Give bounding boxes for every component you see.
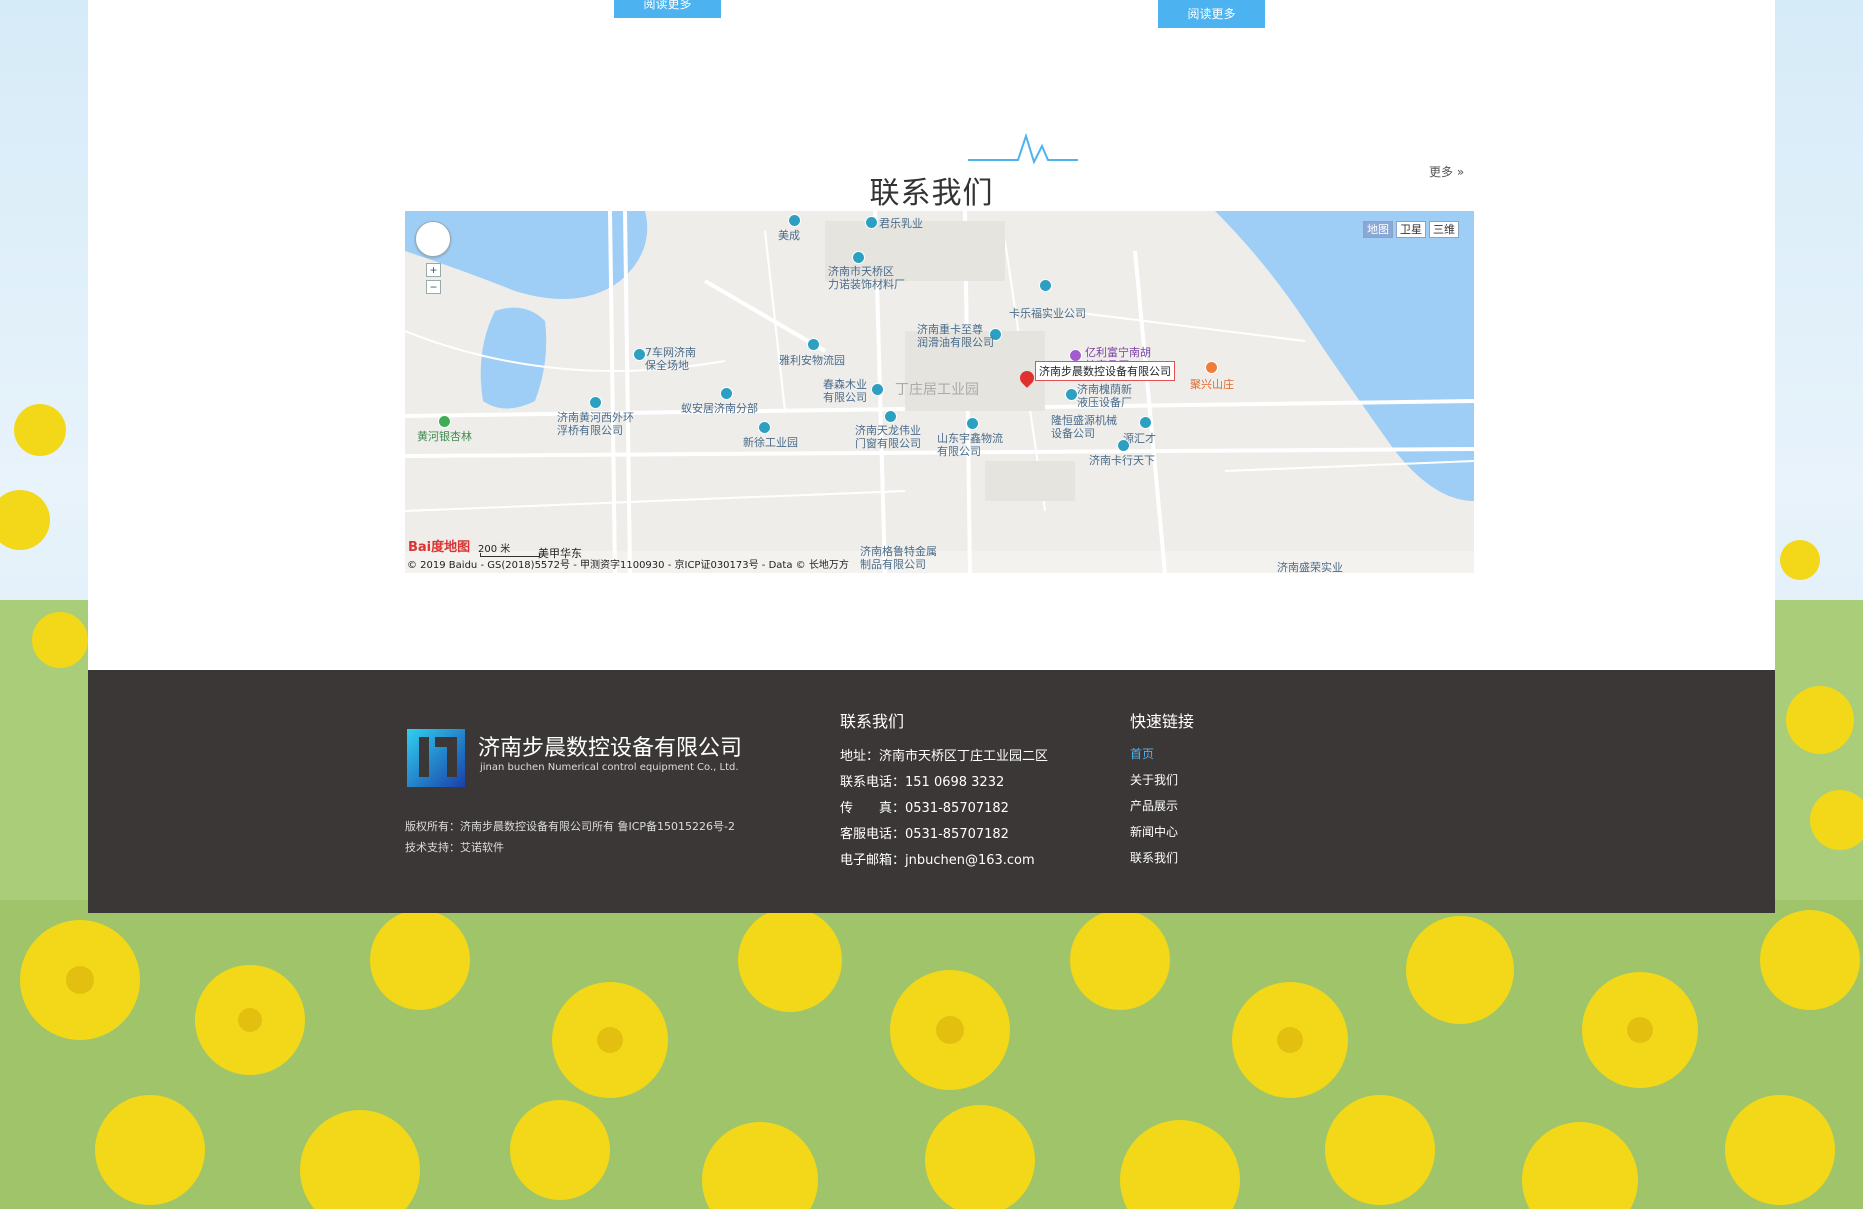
footer-contact-title: 联系我们 [840,712,905,731]
poi-icon [1039,279,1052,292]
map-poi[interactable]: 7车网济南 保全场地 [645,346,696,372]
map-poi[interactable]: 济南卡行天下 [1089,454,1155,467]
poi-icon [884,410,897,423]
map-area-label: 丁庄居工业园 [895,382,979,398]
read-more-button-2[interactable]: 阅读更多 [1158,0,1265,28]
footer-tech-support: 技术支持：艾诺软件 [405,841,504,854]
map-pan-control[interactable] [415,221,451,257]
footer-company-en: jinan buchen Numerical control equipment… [480,762,739,773]
map-poi[interactable]: 济南格鲁特金属 制品有限公司 [860,545,937,571]
footer-company-name: 济南步晨数控设备有限公司 [478,736,743,761]
map-poi[interactable]: 济南重卡至尊 润滑油有限公司 [917,323,994,349]
map-poi[interactable]: 君乐乳业 [879,217,923,230]
footer-fax: 传 真：0531-85707182 [840,801,1009,816]
footer-link-home[interactable]: 首页 [1130,745,1154,762]
map-poi[interactable]: 隆恒盛源机械 设备公司 [1051,414,1117,440]
baidu-logo: Bai度地图 [408,540,471,555]
footer-link-contact[interactable]: 联系我们 [1130,849,1178,866]
read-more-button-1[interactable]: 阅读更多 [614,0,721,18]
map-poi[interactable]: 卡乐福实业公司 [1009,307,1086,320]
map-copyright: © 2019 Baidu - GS(2018)5572号 - 甲测资字11009… [407,560,849,571]
map-poi[interactable]: 春森木业 有限公司 [823,378,867,404]
baidu-map[interactable]: + − 地图 卫星 三维 丁庄居工业园 美成 君乐乳业 济南市天桥区 力诺装饰材… [405,211,1474,573]
map-poi[interactable]: 聚兴山庄 [1190,378,1234,391]
poi-icon [720,387,733,400]
map-poi[interactable]: 美成 [778,229,800,242]
more-link[interactable]: 更多 » [1429,163,1464,180]
poi-icon [758,421,771,434]
poi-icon [865,216,878,229]
poi-icon [966,417,979,430]
footer-quick-links-title: 快速链接 [1130,712,1195,731]
footer-address: 地址：济南市天桥区丁庄工业园二区 [840,749,1049,764]
poi-icon [852,251,865,264]
poi-icon [438,415,451,428]
map-poi[interactable]: 济南天龙伟业 门窗有限公司 [855,424,921,450]
company-logo-icon [407,729,465,787]
poi-icon [807,338,820,351]
poi-icon [1139,416,1152,429]
map-poi[interactable]: 济南市天桥区 力诺装饰材料厂 [828,265,905,291]
poi-icon [1205,361,1218,374]
map-poi[interactable]: 蚁安居济南分部 [681,402,758,415]
map-poi[interactable]: 济南槐荫新 液压设备厂 [1077,383,1132,409]
poi-icon [871,383,884,396]
marker-label[interactable]: 济南步晨数控设备有限公司 [1035,361,1175,381]
footer-email: 电子邮箱：jnbuchen@163.com [840,853,1035,868]
map-poi[interactable]: 雅利安物流园 [779,354,845,367]
map-poi[interactable]: 新徐工业园 [743,436,798,449]
poi-icon [788,214,801,227]
map-type-satellite[interactable]: 卫星 [1396,221,1426,238]
map-type-map[interactable]: 地图 [1363,221,1393,238]
pulse-line-icon [968,132,1078,165]
poi-icon [1117,439,1130,452]
footer-service-phone: 客服电话：0531-85707182 [840,827,1009,842]
map-poi[interactable]: 黄河银杏林 [417,430,472,443]
footer-phone: 联系电话：151 0698 3232 [840,775,1005,790]
footer-link-news[interactable]: 新闻中心 [1130,823,1178,840]
footer-link-products[interactable]: 产品展示 [1130,797,1178,814]
main-content-panel: 阅读更多 阅读更多 联系我们 更多 » + − 地图 卫星 三维 丁庄居工业园 … [88,0,1775,670]
map-poi[interactable]: 济南黄河西外环 浮桥有限公司 [557,411,634,437]
map-poi[interactable]: 济南盛荣实业 [1277,561,1343,573]
zoom-out-button[interactable]: − [426,280,441,294]
poi-icon [589,396,602,409]
contact-section-title: 联系我们 [869,176,994,211]
zoom-in-button[interactable]: + [426,263,441,277]
map-poi[interactable]: 山东宇鑫物流 有限公司 [937,432,1003,458]
map-type-3d[interactable]: 三维 [1429,221,1459,238]
footer-copyright: 版权所有：济南步晨数控设备有限公司所有 鲁ICP备15015226号-2 [405,820,736,833]
footer-link-about[interactable]: 关于我们 [1130,771,1178,788]
footer: 济南步晨数控设备有限公司 jinan buchen Numerical cont… [88,670,1775,913]
